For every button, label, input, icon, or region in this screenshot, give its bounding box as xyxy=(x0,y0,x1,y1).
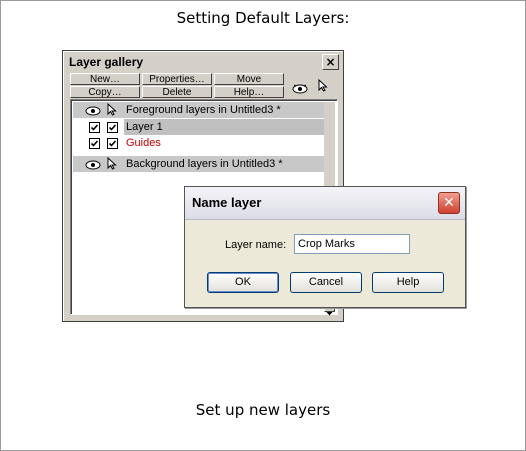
gallery-title-bar: Layer gallery × xyxy=(65,53,341,71)
move-button[interactable]: Move xyxy=(214,73,284,85)
editable-checkbox[interactable] xyxy=(107,122,118,133)
help-button[interactable]: Help xyxy=(372,272,444,293)
page-heading: Setting Default Layers: xyxy=(176,9,350,27)
dialog-title-bar: Name layer ✕ xyxy=(185,187,465,220)
layer-name-label: Layer name: xyxy=(225,239,287,251)
list-item-group[interactable]: Foreground layers in Untitled3 * xyxy=(73,102,324,118)
layer-label: Layer 1 xyxy=(126,121,163,133)
properties-button[interactable]: Properties… xyxy=(142,73,212,85)
dialog-close-button[interactable]: ✕ xyxy=(438,192,460,214)
list-item-layer[interactable]: Guides xyxy=(73,135,324,151)
ok-button[interactable]: OK xyxy=(207,272,279,293)
cancel-button[interactable]: Cancel xyxy=(290,272,362,293)
layer-label: Guides xyxy=(126,137,161,149)
chevron-down-icon xyxy=(326,312,333,316)
list-item-layer[interactable]: Layer 1 xyxy=(73,119,324,135)
visible-checkbox[interactable] xyxy=(89,138,100,149)
close-icon: ✕ xyxy=(443,195,455,211)
list-item-group[interactable]: Background layers in Untitled3 * xyxy=(73,156,324,172)
eye-icon[interactable] xyxy=(85,159,101,175)
name-layer-dialog: Name layer ✕ Layer name: Crop Marks OK C… xyxy=(184,186,466,308)
delete-button[interactable]: Delete xyxy=(142,86,212,98)
gallery-close-button[interactable]: × xyxy=(322,54,339,70)
pointer-icon[interactable] xyxy=(318,77,328,96)
group-label: Foreground layers in Untitled3 * xyxy=(126,104,281,116)
gallery-title: Layer gallery xyxy=(69,55,144,69)
help-button[interactable]: Help… xyxy=(214,86,284,98)
copy-button[interactable]: Copy… xyxy=(70,86,140,98)
dialog-title: Name layer xyxy=(192,195,262,210)
layer-name-input[interactable]: Crop Marks xyxy=(294,234,410,254)
visible-checkbox[interactable] xyxy=(89,122,100,133)
eye-icon[interactable] xyxy=(292,79,308,98)
new-button[interactable]: New… xyxy=(70,73,140,85)
pointer-icon[interactable] xyxy=(107,156,117,175)
page-caption: Set up new layers xyxy=(195,401,331,419)
editable-checkbox[interactable] xyxy=(107,138,118,149)
group-label: Background layers in Untitled3 * xyxy=(126,158,283,170)
